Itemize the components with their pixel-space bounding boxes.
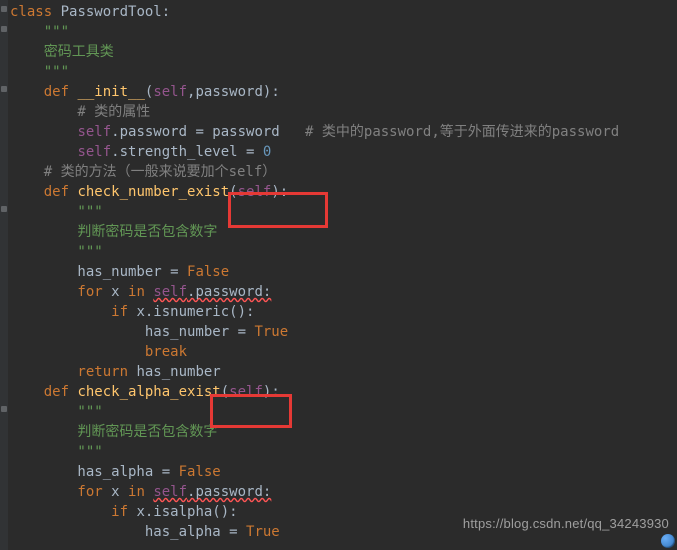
keyword-self: self <box>153 284 187 300</box>
keyword-self: self <box>229 384 263 400</box>
keyword-class: class <box>10 4 52 20</box>
code-editor[interactable]: class PasswordTool: """ 密码工具类 """ def __… <box>0 0 677 542</box>
docstring: """ <box>10 202 677 222</box>
docstring: 密码工具类 <box>10 42 677 62</box>
code-line: for x in self.password: <box>10 482 677 502</box>
keyword-self: self <box>153 84 187 100</box>
code-line: has_number = True <box>10 322 677 342</box>
code-line: has_alpha = False <box>10 462 677 482</box>
code-line: for x in self.password: <box>10 282 677 302</box>
comment: # 类的属性 <box>10 102 677 122</box>
code-line: def __init__(self,password): <box>10 82 677 102</box>
keyword-self: self <box>153 484 187 500</box>
function-name: check_alpha_exist <box>77 384 220 400</box>
code-line: if x.isnumeric(): <box>10 302 677 322</box>
docstring: """ <box>10 442 677 462</box>
function-name: check_number_exist <box>77 184 229 200</box>
docstring: """ <box>10 62 677 82</box>
watermark-text: https://blog.csdn.net/qq_34243930 <box>463 514 669 534</box>
code-line: return has_number <box>10 362 677 382</box>
code-line: has_number = False <box>10 262 677 282</box>
code-line: break <box>10 342 677 362</box>
docstring: 判断密码是否包含数字 <box>10 222 677 242</box>
info-badge-icon[interactable] <box>661 534 675 548</box>
comment: # 类的方法（一般来说要加个self） <box>10 162 677 182</box>
code-line: self.strength_level = 0 <box>10 142 677 162</box>
docstring: 判断密码是否包含数字 <box>10 422 677 442</box>
comment: # 类中的password,等于外面传进来的password <box>305 124 619 140</box>
code-line: self.password = password # 类中的password,等… <box>10 122 677 142</box>
docstring: """ <box>10 242 677 262</box>
code-line: class PasswordTool: <box>10 2 677 22</box>
code-line: def check_alpha_exist(self): <box>10 382 677 402</box>
docstring: """ <box>10 22 677 42</box>
keyword-self: self <box>238 184 272 200</box>
code-line: def check_number_exist(self): <box>10 182 677 202</box>
docstring: """ <box>10 402 677 422</box>
function-name: __init__ <box>77 84 144 100</box>
